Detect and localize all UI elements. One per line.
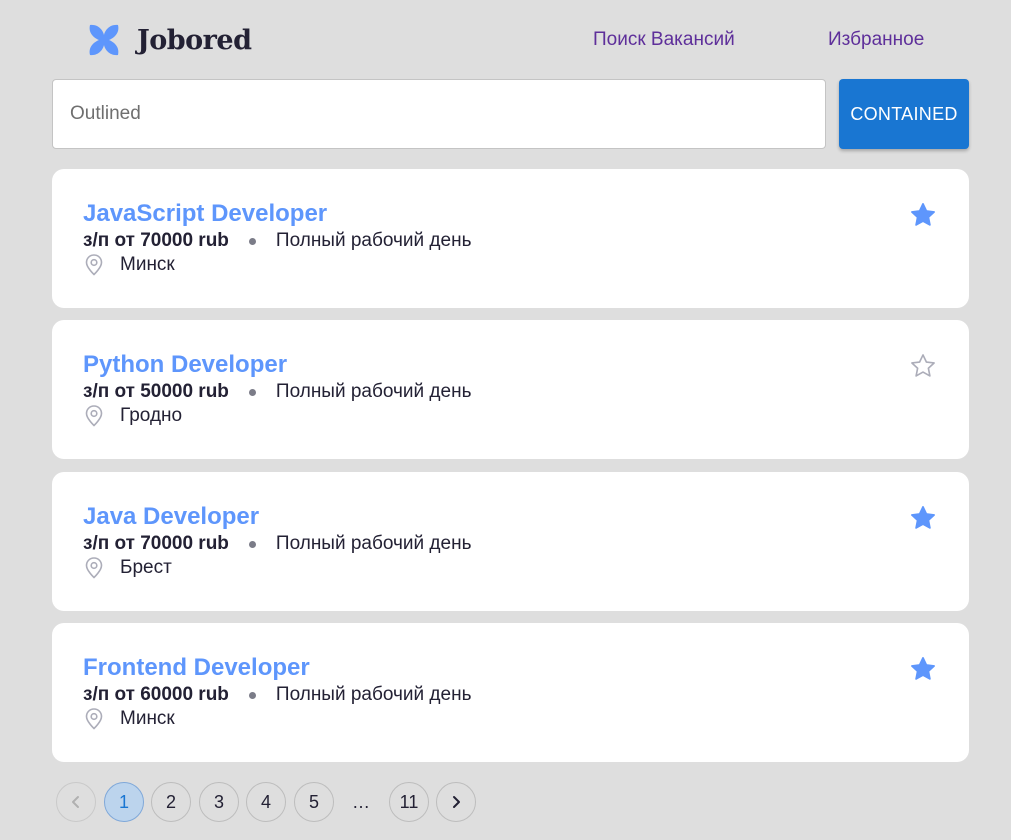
vacancy-card[interactable]: Frontend Developer з/п от 60000 rub Полн…	[52, 623, 969, 762]
vacancy-city: Гродно	[120, 405, 183, 426]
page-button-2[interactable]: 2	[151, 782, 191, 822]
page-button-3[interactable]: 3	[199, 782, 239, 822]
prev-page-button[interactable]	[56, 782, 96, 822]
location-pin-icon	[85, 405, 103, 427]
vacancy-card[interactable]: Java Developer з/п от 70000 rub Полный р…	[52, 472, 969, 611]
vacancy-city: Брест	[120, 557, 172, 578]
nav-link-favorites[interactable]: Избранное	[828, 29, 924, 51]
vacancy-schedule: Полный рабочий день	[275, 230, 472, 251]
vacancy-salary: з/п от 70000 rub	[83, 533, 229, 554]
vacancy-schedule: Полный рабочий день	[275, 381, 472, 402]
vacancy-title[interactable]: Frontend Developer	[83, 654, 310, 682]
chevron-right-icon	[453, 796, 460, 808]
next-page-button[interactable]	[436, 782, 476, 822]
vacancy-schedule: Полный рабочий день	[275, 533, 472, 554]
star-filled-icon[interactable]	[909, 655, 937, 683]
page-button-1[interactable]: 1	[104, 782, 144, 822]
star-filled-icon[interactable]	[909, 504, 937, 532]
page-button-4[interactable]: 4	[246, 782, 286, 822]
logo-icon	[89, 24, 119, 56]
separator-dot	[248, 691, 256, 699]
vacancy-meta: з/п от 50000 rub Полный рабочий день	[83, 381, 471, 403]
vacancy-meta: з/п от 60000 rub Полный рабочий день	[83, 684, 471, 706]
vacancy-title[interactable]: Java Developer	[83, 503, 259, 531]
vacancy-city: Минск	[120, 254, 175, 275]
vacancy-card[interactable]: JavaScript Developer з/п от 70000 rub По…	[52, 169, 969, 308]
vacancy-location: Брест	[83, 556, 172, 580]
separator-dot	[248, 540, 256, 548]
vacancy-location: Минск	[83, 707, 175, 731]
location-pin-icon	[85, 254, 103, 276]
separator-dot	[248, 237, 256, 245]
vacancy-card[interactable]: Python Developer з/п от 50000 rub Полный…	[52, 320, 969, 459]
separator-dot	[248, 388, 256, 396]
location-pin-icon	[85, 557, 103, 579]
header: Jobored Поиск Вакансий Избранное	[0, 0, 1011, 80]
vacancy-city: Минск	[120, 708, 175, 729]
vacancy-title[interactable]: Python Developer	[83, 351, 287, 379]
search-input[interactable]	[52, 79, 826, 149]
chevron-left-icon	[72, 796, 79, 808]
vacancy-schedule: Полный рабочий день	[275, 684, 472, 705]
search-button[interactable]: CONTAINED	[839, 79, 969, 149]
vacancy-location: Гродно	[83, 404, 182, 428]
vacancy-salary: з/п от 70000 rub	[83, 230, 229, 251]
vacancy-meta: з/п от 70000 rub Полный рабочий день	[83, 230, 471, 252]
vacancy-salary: з/п от 60000 rub	[83, 684, 229, 705]
page-button-5[interactable]: 5	[294, 782, 334, 822]
logo-text: Jobored	[137, 24, 252, 56]
logo[interactable]: Jobored	[85, 21, 252, 59]
location-pin-icon	[85, 708, 103, 730]
vacancy-salary: з/п от 50000 rub	[83, 381, 229, 402]
nav-link-vacancy-search[interactable]: Поиск Вакансий	[593, 29, 735, 51]
vacancy-location: Минск	[83, 253, 175, 277]
vacancy-title[interactable]: JavaScript Developer	[83, 200, 327, 228]
vacancy-meta: з/п от 70000 rub Полный рабочий день	[83, 533, 471, 555]
star-outline-icon[interactable]	[909, 352, 937, 380]
page-button-last[interactable]: 11	[389, 782, 429, 822]
pagination-ellipsis: …	[352, 791, 370, 812]
star-filled-icon[interactable]	[909, 201, 937, 229]
